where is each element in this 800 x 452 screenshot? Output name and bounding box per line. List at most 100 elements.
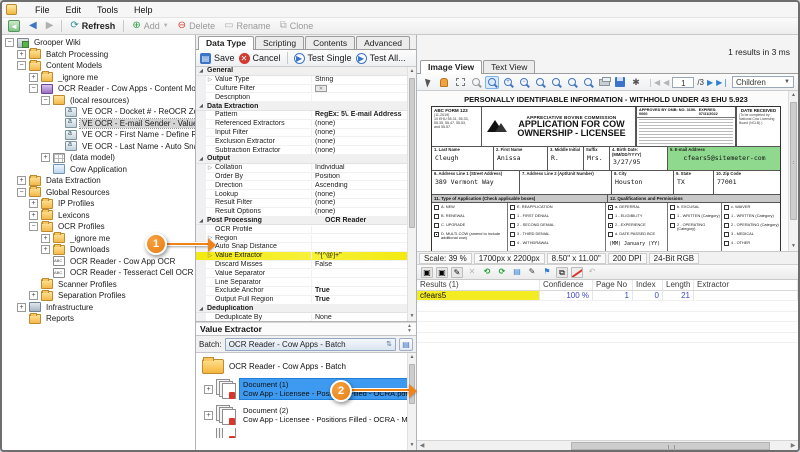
property-line-separator[interactable]: Line Separator: [196, 278, 407, 287]
property-value[interactable]: RegEx: 5\. E-mail Address: [312, 111, 407, 118]
field-6-address-line-1-street-address[interactable]: 6. Address Line 1 (Street Address)389 Ve…: [432, 171, 520, 194]
plus-expander-icon[interactable]: +: [41, 153, 50, 162]
scrollbar-thumb[interactable]: [790, 102, 797, 220]
property-input-filter[interactable]: Input Filter(none): [196, 129, 407, 138]
tree-item-ocr-reader-cow-app-ocr[interactable]: OCR Reader - Cow App OCR: [2, 256, 195, 268]
property-output-full-region[interactable]: Output Full RegionTrue: [196, 296, 407, 305]
check-item[interactable]: D. MULTI-COW (amend to include additiona…: [432, 230, 507, 240]
expand-icon[interactable]: ▷: [206, 253, 214, 259]
zoom-actual-icon[interactable]: [533, 76, 547, 89]
image-b-icon[interactable]: ▣: [436, 267, 448, 278]
zoom-width-icon[interactable]: [565, 76, 579, 89]
tree-item-global-resources[interactable]: −Global Resources: [2, 187, 195, 199]
result-row[interactable]: cfears5100 %1021: [417, 291, 798, 302]
property-description[interactable]: Description: [196, 93, 407, 102]
field-2-first-name[interactable]: 2. First NameAnissa: [494, 147, 548, 170]
tree-item-scanner-profiles[interactable]: Scanner Profiles: [2, 279, 195, 291]
property-exclude-anchor[interactable]: Exclude AnchorTrue: [196, 287, 407, 296]
tree-item-ve-ocr-e-mail-sender-value-extractor[interactable]: VE OCR - E-mail Sender - Value Extractor: [2, 118, 195, 130]
plus-expander-icon[interactable]: +: [29, 291, 38, 300]
property-post-processing[interactable]: ◢Post ProcessingOCR Reader: [196, 217, 407, 226]
property-order-by[interactable]: Order ByPosition: [196, 173, 407, 182]
property-pattern[interactable]: PatternRegEx: 5\. E-mail Address: [196, 111, 407, 120]
property-value[interactable]: (none): [312, 120, 407, 127]
field-10-zip-code[interactable]: 10. Zip Code77001: [714, 171, 780, 194]
prev-page-icon[interactable]: ◀: [663, 78, 669, 87]
scroll-up-icon[interactable]: ▲: [408, 67, 416, 76]
property-auto-snap-distance[interactable]: ▷Auto Snap Distance: [196, 243, 407, 252]
zoom-marquee-icon[interactable]: [469, 76, 483, 89]
refresh-button[interactable]: ⟳Refresh: [67, 20, 118, 32]
checkbox-checked[interactable]: [434, 232, 439, 237]
minus-expander-icon[interactable]: −: [17, 188, 26, 197]
image-viewport[interactable]: PERSONALLY IDENTIFIABLE INFORMATION - WI…: [417, 91, 798, 252]
field-8-city[interactable]: 8. CityHouston: [612, 171, 674, 194]
group-expander-icon[interactable]: ◢: [196, 217, 206, 225]
value-extractor-section-header[interactable]: Value Extractor ▲▼: [196, 322, 416, 336]
tree-item-ve-ocr-first-name-define-region[interactable]: VE OCR - First Name - Define Region: [2, 129, 195, 141]
column-header-length[interactable]: Length: [663, 280, 694, 290]
tab-image-view[interactable]: Image View: [420, 60, 482, 74]
tree-item-local-resources[interactable]: −(local resources): [2, 95, 195, 107]
tab-text-view[interactable]: Text View: [483, 60, 535, 73]
property-grid-scrollbar[interactable]: ▲ ▼: [407, 67, 416, 321]
checkbox-unchecked[interactable]: [670, 223, 675, 228]
batch-folder[interactable]: OCR Reader - Cow Apps - Batch: [202, 356, 407, 376]
minus-expander-icon[interactable]: −: [29, 84, 38, 93]
view-mode-dropdown[interactable]: Children▼: [732, 76, 794, 88]
property-value[interactable]: "^[^@]+": [312, 252, 407, 259]
checkbox-unchecked[interactable]: [510, 232, 515, 237]
rename-button[interactable]: ▭Rename: [221, 20, 273, 32]
checkbox-unchecked[interactable]: [510, 214, 515, 219]
property-value[interactable]: True: [312, 296, 407, 303]
scroll-up-icon[interactable]: ▲: [408, 353, 416, 362]
zoom-in-icon[interactable]: +: [501, 76, 515, 89]
add-button[interactable]: ⊕Add▼: [129, 20, 171, 32]
check-item[interactable]: 1 - WRITTEN (Category): [722, 212, 780, 221]
open-batch-button[interactable]: ▤: [399, 338, 413, 351]
check-item[interactable]: d. DATE PASSED BCE: [606, 230, 667, 239]
batch-document-partial[interactable]: [216, 428, 407, 438]
checkbox-unchecked[interactable]: [724, 241, 729, 246]
property-value-extractor[interactable]: ▷Value Extractor"^[^@]+": [196, 252, 407, 261]
tree-item-ocr-reader-cow-apps-content-model[interactable]: −OCR Reader - Cow Apps - Content Model: [2, 83, 195, 95]
checkbox-checked[interactable]: [608, 223, 613, 228]
minus-expander-icon[interactable]: −: [41, 96, 50, 105]
tab-scripting[interactable]: Scripting: [255, 36, 304, 49]
property-value[interactable]: (none): [312, 147, 407, 154]
scroll-left-icon[interactable]: ◀: [417, 442, 427, 449]
property-value[interactable]: Ascending: [312, 182, 407, 189]
plus-expander-icon[interactable]: +: [204, 385, 213, 394]
tree-item-content-models[interactable]: −Content Models: [2, 60, 195, 72]
property-lookup[interactable]: Lookup(none): [196, 190, 407, 199]
tree-item-data-model[interactable]: +(data model): [2, 152, 195, 164]
plus-expander-icon[interactable]: +: [17, 176, 26, 185]
tree-item-ignore-me[interactable]: +_ignore me: [2, 72, 195, 84]
check-item[interactable]: 1 - FIRST DENIAL: [508, 212, 605, 221]
column-header-results-1[interactable]: Results (1): [417, 280, 540, 290]
marquee-select-icon[interactable]: [453, 76, 467, 89]
group-expander-icon[interactable]: ◢: [196, 67, 206, 75]
tree-item-ve-ocr-last-name-auto-snap[interactable]: VE OCR - Last Name - Auto Snap: [2, 141, 195, 153]
property-result-options[interactable]: Result Options(none): [196, 208, 407, 217]
plus-expander-icon[interactable]: +: [17, 303, 26, 312]
plus-expander-icon[interactable]: +: [41, 234, 50, 243]
rotate-ccw-icon[interactable]: ⟲: [481, 267, 493, 278]
tree-item-ocr-reader-tesseract-cell-ocr[interactable]: OCR Reader - Tesseract Cell OCR: [2, 267, 195, 279]
property-value[interactable]: (none): [312, 199, 407, 206]
cancel-button[interactable]: ✕Cancel: [239, 53, 281, 64]
delete-x-icon[interactable]: ✕: [466, 267, 478, 278]
save-button[interactable]: ▤Save: [200, 53, 235, 64]
expand-icon[interactable]: ▷: [206, 165, 214, 171]
scroll-up-icon[interactable]: ▲: [789, 91, 798, 100]
check-item[interactable]: 2 - SECOND DENIAL: [508, 221, 605, 230]
check-item[interactable]: E. REAPPLICATION: [508, 203, 605, 212]
property-deduplication[interactable]: ◢Deduplication: [196, 305, 407, 314]
property-value[interactable]: ✕: [312, 85, 407, 92]
tree-item-data-extraction[interactable]: +Data Extraction: [2, 175, 195, 187]
checkbox-unchecked[interactable]: [434, 223, 439, 228]
menu-tools[interactable]: Tools: [90, 4, 125, 16]
batch-combobox[interactable]: OCR Reader - Cow Apps - Batch ⇅: [225, 338, 396, 351]
field-7-address-line-2-apt-unit-number[interactable]: 7. Address Line 2 (Apt/Unit Number): [520, 171, 612, 194]
property-exclusion-extractor[interactable]: Exclusion Extractor(none): [196, 137, 407, 146]
